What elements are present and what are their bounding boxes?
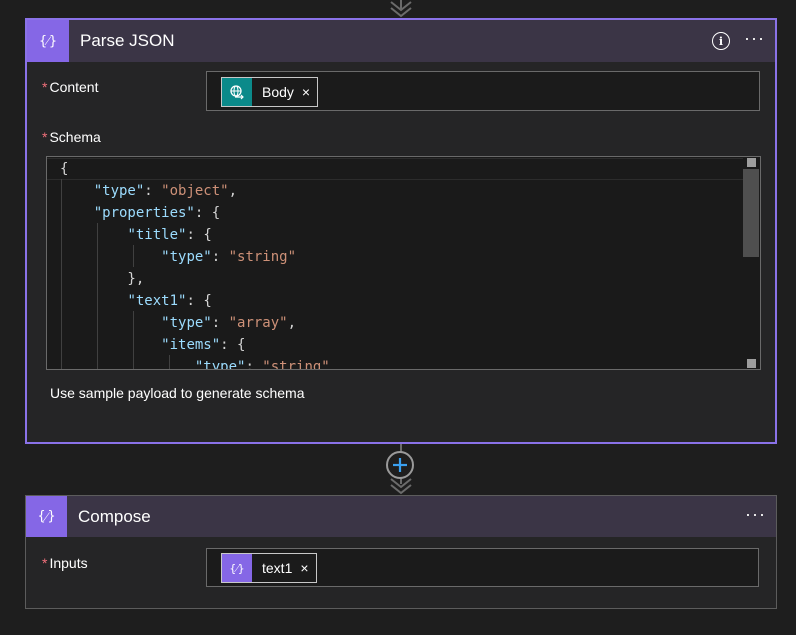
token-label: Body (262, 84, 294, 100)
sample-payload-link[interactable]: Use sample payload to generate schema (50, 385, 304, 401)
code-line: }, (60, 271, 145, 287)
info-icon[interactable]: i (712, 32, 731, 50)
scroll-up-icon[interactable] (747, 158, 756, 167)
compose-card[interactable]: {⁄} Compose ··· * Inputs {⁄} text1 × (25, 495, 777, 609)
code-line: "type": "string" (161, 249, 297, 265)
scroll-down-icon[interactable] (747, 359, 756, 368)
compose-header[interactable]: {⁄} Compose ··· (26, 496, 776, 537)
expression-icon: {⁄} (222, 554, 252, 582)
code-line: "title": { (127, 227, 212, 243)
code-line: "properties": { (93, 205, 221, 221)
code-line: "text1": { (127, 293, 212, 309)
plus-icon (393, 458, 407, 472)
more-options-icon[interactable]: ··· (744, 29, 765, 49)
inputs-field[interactable]: {⁄} text1 × (206, 548, 759, 587)
remove-token-icon[interactable]: × (300, 560, 308, 576)
more-options-icon[interactable]: ··· (745, 505, 766, 525)
parse-json-header[interactable]: {⁄} Parse JSON i ··· (27, 20, 775, 62)
code-line: { (60, 161, 69, 177)
current-line-highlight (47, 158, 744, 180)
http-request-icon (222, 78, 252, 106)
code-line: "type": "object", (93, 183, 238, 199)
inputs-label: * Inputs (42, 555, 88, 571)
code-line: "type": "array", (161, 315, 297, 331)
connector-arrow-icon (390, 1, 412, 18)
code-line: "items": { (161, 337, 246, 353)
content-token[interactable]: Body × (221, 77, 319, 107)
content-label: * Content (42, 79, 99, 95)
connector-arrow-icon (390, 478, 412, 495)
scrollbar-thumb[interactable] (743, 169, 759, 257)
add-step-button[interactable] (386, 451, 414, 479)
expression-icon: {⁄} (27, 20, 69, 62)
card-title: Compose (78, 506, 151, 526)
schema-label: * Schema (42, 129, 101, 145)
content-field[interactable]: Body × (206, 71, 760, 111)
inputs-token[interactable]: {⁄} text1 × (221, 553, 317, 583)
parse-json-card[interactable]: {⁄} Parse JSON i ··· * Content Body × * … (25, 18, 777, 444)
schema-editor[interactable]: { "type": "object", "properties": { "tit… (46, 156, 761, 370)
expression-icon: {⁄} (26, 496, 67, 537)
card-title: Parse JSON (80, 31, 175, 50)
remove-token-icon[interactable]: × (302, 84, 310, 100)
code-line: "type": "string" (194, 359, 330, 370)
token-label: text1 (262, 560, 293, 576)
